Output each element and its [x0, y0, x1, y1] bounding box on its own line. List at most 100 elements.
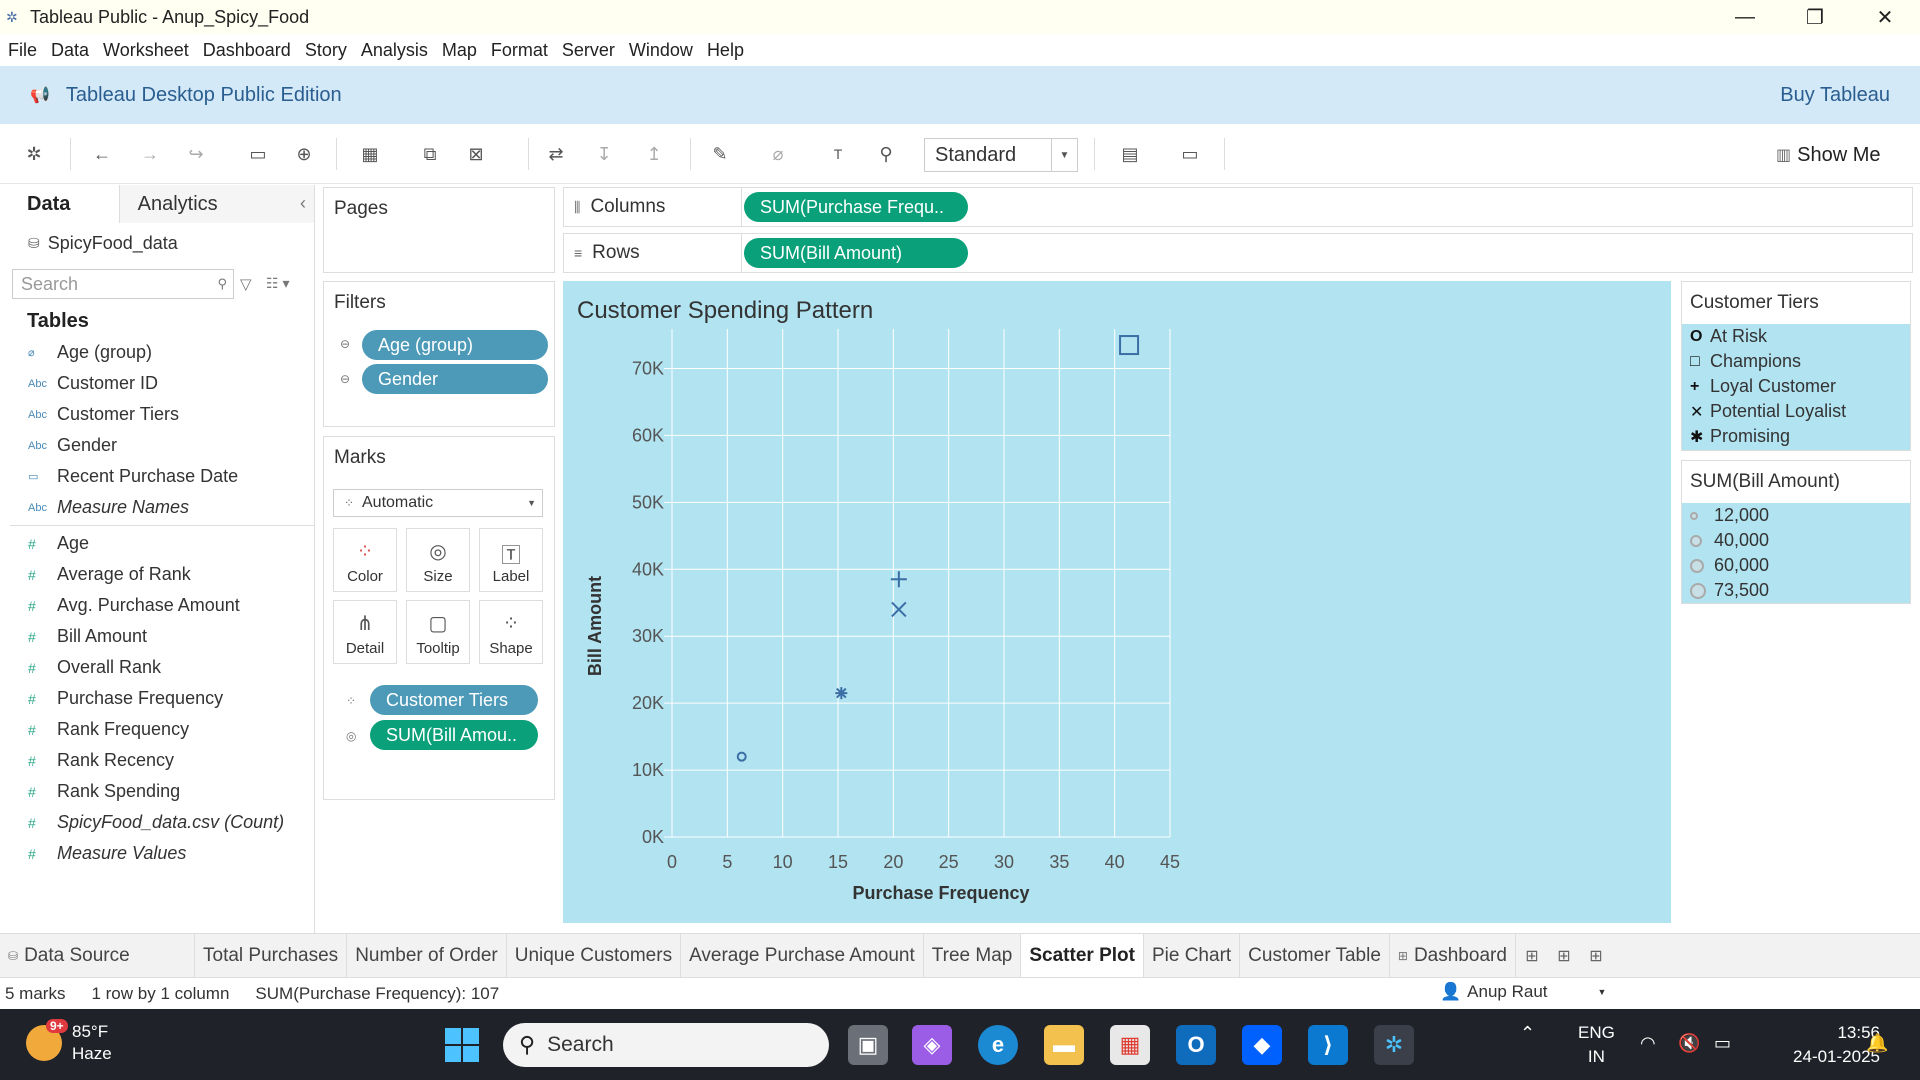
windows-start-icon[interactable] — [444, 1027, 480, 1063]
color-button[interactable]: ⁘ Color — [333, 528, 397, 592]
file-explorer-icon[interactable]: ▬ — [1044, 1025, 1084, 1065]
detail-button[interactable]: ⋔ Detail — [333, 600, 397, 664]
task-view-icon[interactable]: ▣ — [848, 1025, 888, 1065]
show-cards-icon[interactable]: ▤ — [1116, 140, 1144, 168]
clear-sheet-icon[interactable]: ⊠ — [462, 140, 490, 168]
filter-icon[interactable]: ▽ — [240, 275, 252, 293]
sheet-tab[interactable]: Number of Order — [347, 934, 507, 978]
rows-shelf[interactable]: ≡ Rows SUM(Bill Amount) — [563, 233, 1913, 273]
pages-card[interactable]: Pages — [323, 187, 555, 273]
dimension-field[interactable]: Abc Customer Tiers — [0, 399, 314, 430]
view-options-icon[interactable]: ☷ ▾ — [266, 275, 289, 292]
wifi-icon[interactable]: ◠ — [1640, 1033, 1656, 1054]
menu-analysis[interactable]: Analysis — [361, 40, 428, 61]
measure-field[interactable]: # SpicyFood_data.csv (Count) — [0, 807, 314, 838]
legend-item[interactable]: 12,000 — [1682, 503, 1910, 528]
new-dashboard-icon[interactable]: ⊞ — [1548, 934, 1580, 977]
dropbox-icon[interactable]: ◆ — [1242, 1025, 1282, 1065]
clock[interactable]: 13:56 24-01-2025 — [1760, 1021, 1880, 1069]
columns-shelf[interactable]: ⫼ Columns SUM(Purchase Frequ.. — [563, 187, 1913, 227]
tab-analytics[interactable]: Analytics — [119, 185, 314, 223]
outlook-icon[interactable]: O — [1176, 1025, 1216, 1065]
sort-ascending-icon[interactable]: ↧ — [590, 140, 618, 168]
redo-icon[interactable]: → — [136, 140, 164, 168]
edge-icon[interactable]: e — [978, 1025, 1018, 1065]
show-mark-labels-icon[interactable]: T — [824, 140, 852, 168]
filter-pill-gender[interactable]: Gender — [362, 364, 548, 394]
legend-item[interactable]: ✱ Promising — [1682, 424, 1910, 449]
tooltip-button[interactable]: ▢ Tooltip — [406, 600, 470, 664]
measure-field[interactable]: # Avg. Purchase Amount — [0, 590, 314, 621]
language-indicator[interactable]: ENG IN — [1578, 1021, 1615, 1069]
new-worksheet-icon[interactable]: ⊞ — [1516, 934, 1548, 977]
close-button[interactable]: ✕ — [1850, 0, 1920, 34]
rows-pill[interactable]: SUM(Bill Amount) — [744, 238, 968, 268]
replay-icon[interactable]: ↪ — [182, 140, 210, 168]
duplicate-sheet-icon[interactable]: ⧉ — [416, 140, 444, 168]
menu-data[interactable]: Data — [51, 40, 89, 61]
columns-pill[interactable]: SUM(Purchase Frequ.. — [744, 192, 968, 222]
viz-canvas[interactable]: Customer Spending Pattern 0 5 10 15 20 25 30 35… — [563, 281, 1671, 923]
legend-item[interactable]: ✕ Potential Loyalist — [1682, 399, 1910, 424]
sheet-tab[interactable]: Customer Table — [1240, 934, 1390, 978]
menu-format[interactable]: Format — [491, 40, 548, 61]
taskbar-search[interactable]: ⚲ Search — [503, 1023, 829, 1067]
copilot-icon[interactable]: ◈ — [912, 1025, 952, 1065]
sheet-tab[interactable]: Scatter Plot — [1021, 934, 1144, 978]
marks-pill-sum-bill-amount[interactable]: SUM(Bill Amou.. — [370, 720, 538, 750]
size-button[interactable]: ◎ Size — [406, 528, 470, 592]
sheet-tab[interactable]: Average Purchase Amount — [681, 934, 924, 978]
fix-axes-icon[interactable]: ⚲ — [872, 140, 900, 168]
new-story-icon[interactable]: ⊞ — [1580, 934, 1612, 977]
sheet-tab[interactable]: Total Purchases — [195, 934, 348, 978]
collapse-pane-icon[interactable]: ‹ — [300, 193, 306, 214]
measure-field[interactable]: # Purchase Frequency — [0, 683, 314, 714]
sheet-tab[interactable]: Pie Chart — [1143, 934, 1241, 978]
dimension-field[interactable]: Abc Customer ID — [0, 368, 314, 399]
search-input[interactable]: Search ⚲ — [12, 269, 234, 299]
label-button[interactable]: 🅃 Label — [479, 528, 543, 592]
legend-item[interactable]: 73,500 — [1682, 578, 1910, 603]
new-worksheet-icon[interactable]: ▦ — [356, 140, 384, 168]
restore-button[interactable]: ❐ — [1780, 0, 1850, 34]
marks-pill-customer-tiers[interactable]: Customer Tiers — [370, 685, 538, 715]
swap-axes-icon[interactable]: ⇄ — [542, 140, 570, 168]
menu-story[interactable]: Story — [305, 40, 347, 61]
menu-file[interactable]: File — [8, 40, 37, 61]
legend-item[interactable]: 40,000 — [1682, 528, 1910, 553]
menu-server[interactable]: Server — [562, 40, 615, 61]
legend-item[interactable]: 60,000 — [1682, 553, 1910, 578]
sheet-tab[interactable]: ⛁ Data Source — [0, 934, 195, 978]
volume-muted-icon[interactable]: 🔇 — [1678, 1033, 1700, 1054]
sheet-tab[interactable]: Tree Map — [923, 934, 1022, 978]
tableau-logo-icon[interactable]: ✲ — [20, 140, 48, 168]
measure-field[interactable]: # Rank Spending — [0, 776, 314, 807]
measure-field[interactable]: # Measure Values — [0, 838, 314, 869]
measure-field[interactable]: # Rank Frequency — [0, 714, 314, 745]
microsoft-store-icon[interactable]: ▦ — [1110, 1025, 1150, 1065]
new-datasource-icon[interactable]: ⊕ — [290, 140, 318, 168]
measure-field[interactable]: # Bill Amount — [0, 621, 314, 652]
menu-help[interactable]: Help — [707, 40, 744, 61]
mark-type-dropdown[interactable]: ⁘ Automatic ▼ — [333, 489, 543, 517]
tableau-taskbar-icon[interactable]: ✲ — [1374, 1025, 1414, 1065]
dimension-field[interactable]: ⌀ Age (group) — [0, 337, 314, 368]
sheet-tab[interactable]: Unique Customers — [506, 934, 682, 978]
dimension-field[interactable]: ▭ Recent Purchase Date — [0, 461, 314, 492]
group-members-icon[interactable]: ⌀ — [764, 140, 792, 168]
presentation-mode-icon[interactable]: ▭ — [1176, 140, 1204, 168]
highlight-icon[interactable]: ✎ — [706, 140, 734, 168]
legend-item[interactable]: + Loyal Customer — [1682, 374, 1910, 399]
menu-worksheet[interactable]: Worksheet — [103, 40, 189, 61]
buy-tableau-link[interactable]: Buy Tableau — [1780, 84, 1890, 107]
show-me-button[interactable]: ▥ Show Me — [1776, 140, 1881, 170]
vscode-icon[interactable]: ⟩ — [1308, 1025, 1348, 1065]
menu-map[interactable]: Map — [442, 40, 477, 61]
minimize-button[interactable]: — — [1710, 0, 1780, 34]
undo-icon[interactable]: ← — [88, 140, 116, 168]
battery-icon[interactable]: ▭ — [1714, 1033, 1731, 1054]
legend-item[interactable]: O At Risk — [1682, 324, 1910, 349]
sheet-tab[interactable]: ⊞ Dashboard — [1389, 934, 1516, 978]
menu-window[interactable]: Window — [629, 40, 693, 61]
measure-field[interactable]: # Age — [0, 528, 314, 559]
